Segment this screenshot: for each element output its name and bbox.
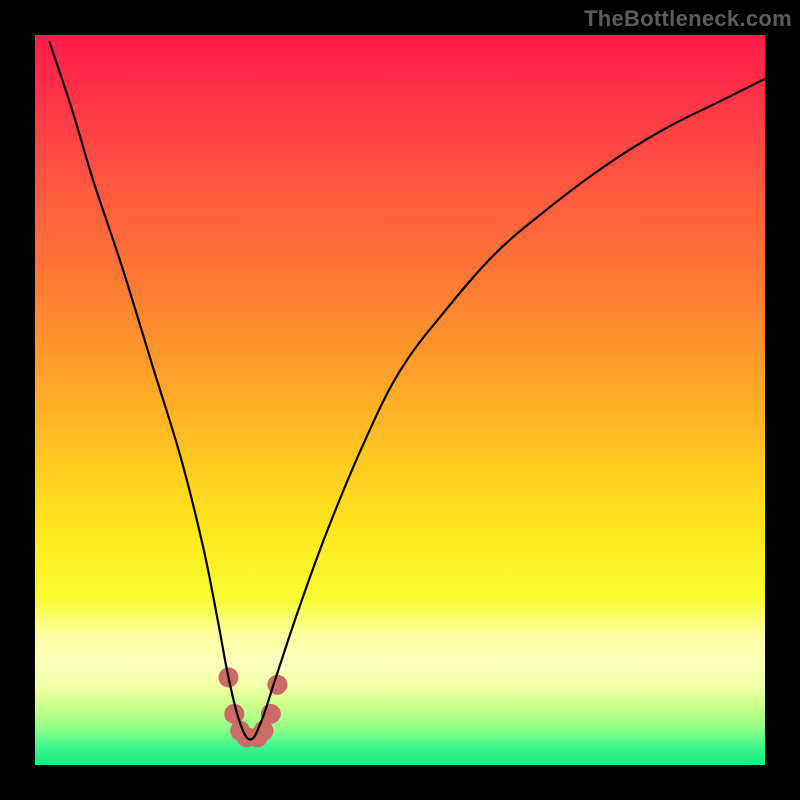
watermark-text: TheBottleneck.com — [584, 6, 792, 32]
bottleneck-curve — [50, 42, 765, 739]
chart-canvas — [35, 35, 765, 765]
plot-area — [35, 35, 765, 765]
outer-frame: TheBottleneck.com — [0, 0, 800, 800]
